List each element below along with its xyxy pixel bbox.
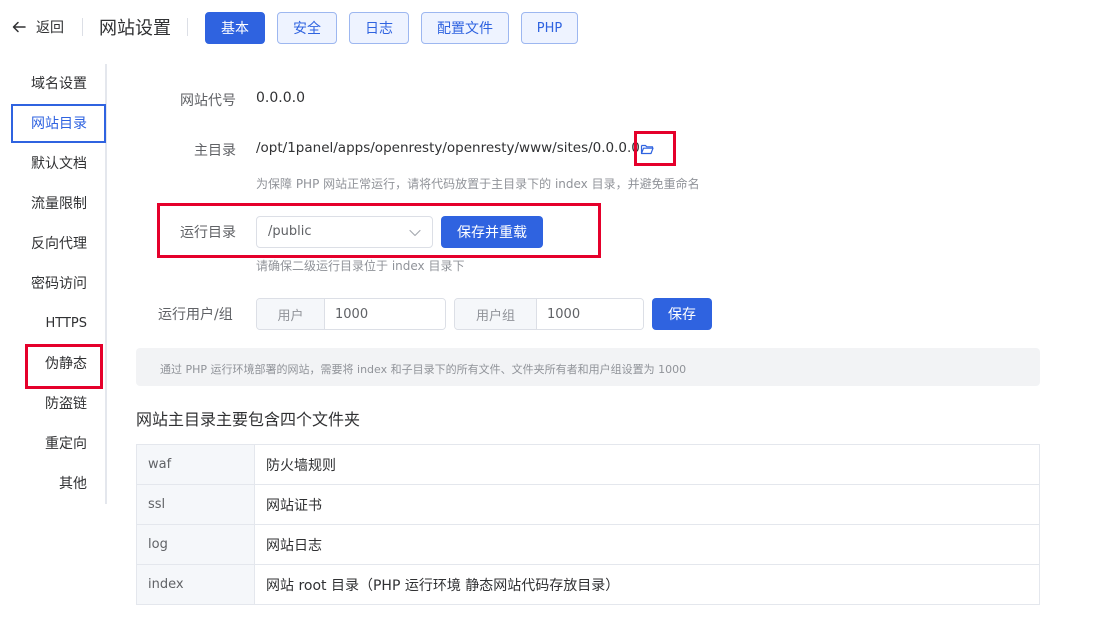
folder-name: ssl	[137, 485, 255, 524]
folder-description: 网站日志	[255, 525, 1040, 564]
folder-name: log	[137, 525, 255, 564]
active-item-outline	[11, 104, 106, 143]
sidebar-item-password-access[interactable]: 密码访问	[31, 273, 87, 295]
user-input-group: 用户 1000	[256, 298, 446, 330]
info-alert-text: 通过 PHP 运行环境部署的网站，需要将 index 和子目录下的所有文件、文件…	[160, 363, 687, 376]
folder-description: 防火墙规则	[255, 445, 1040, 484]
highlight-box-folder	[634, 131, 676, 166]
info-alert: 通过 PHP 运行环境部署的网站，需要将 index 和子目录下的所有文件、文件…	[136, 348, 1040, 386]
root-dir-label: 主目录	[194, 143, 236, 159]
tab-security[interactable]: 安全	[277, 12, 337, 44]
sidebar-item-hotlink-protection[interactable]: 防盗链	[45, 393, 87, 415]
sidebar-item-reverse-proxy[interactable]: 反向代理	[31, 233, 87, 255]
table-row: waf 防火墙规则	[137, 445, 1040, 485]
table-row: ssl 网站证书	[137, 485, 1040, 525]
header-divider	[82, 18, 83, 36]
sidebar-item-domain[interactable]: 域名设置	[31, 73, 87, 95]
sidebar-item-https[interactable]: HTTPS	[45, 313, 87, 335]
folder-description: 网站证书	[255, 485, 1040, 524]
folder-name: index	[137, 565, 255, 604]
group-input-group: 用户组 1000	[454, 298, 644, 330]
back-label: 返回	[36, 20, 64, 36]
group-input[interactable]: 1000	[537, 299, 643, 329]
save-reload-label: 保存并重载	[457, 225, 527, 241]
table-row: index 网站 root 目录（PHP 运行环境 静态网站代码存放目录）	[137, 565, 1040, 605]
sidebar-item-traffic-limit[interactable]: 流量限制	[31, 193, 87, 215]
table-row: log 网站日志	[137, 525, 1040, 565]
sidebar-item-redirect[interactable]: 重定向	[45, 433, 87, 455]
folders-section-title: 网站主目录主要包含四个文件夹	[136, 410, 361, 429]
run-dir-select[interactable]: /public	[256, 216, 433, 248]
user-group-label: 运行用户/组	[158, 307, 233, 323]
sidebar-item-default-document[interactable]: 默认文档	[31, 153, 87, 175]
run-dir-hint: 请确保二级运行目录位于 index 目录下	[256, 259, 465, 273]
save-reload-button[interactable]: 保存并重载	[441, 216, 543, 248]
header-divider	[187, 18, 188, 36]
page-title: 网站设置	[99, 18, 171, 39]
tab-basic-label: 基本	[221, 21, 249, 37]
group-prefix: 用户组	[455, 299, 537, 329]
tab-security-label: 安全	[293, 21, 321, 37]
user-prefix: 用户	[257, 299, 325, 329]
tab-config-file[interactable]: 配置文件	[421, 12, 509, 44]
tab-config-file-label: 配置文件	[437, 21, 493, 37]
sidebar-item-other[interactable]: 其他	[59, 473, 87, 495]
site-code-label: 网站代号	[180, 93, 236, 109]
tab-logs-label: 日志	[365, 21, 393, 37]
run-dir-label: 运行目录	[180, 225, 236, 241]
tab-php-label: PHP	[536, 20, 563, 36]
back-button[interactable]: 返回	[10, 16, 64, 38]
root-dir-hint: 为保障 PHP 网站正常运行，请将代码放置于主目录下的 index 目录，并避免…	[256, 177, 700, 191]
tab-logs[interactable]: 日志	[349, 12, 409, 44]
folders-table: waf 防火墙规则 ssl 网站证书 log 网站日志 index 网站 roo…	[136, 444, 1040, 605]
tab-php[interactable]: PHP	[521, 12, 578, 44]
highlight-box-rewrite	[25, 344, 103, 389]
folder-name: waf	[137, 445, 255, 484]
chevron-down-icon	[409, 229, 421, 237]
save-label: 保存	[668, 307, 696, 323]
tab-basic[interactable]: 基本	[205, 12, 265, 44]
save-button[interactable]: 保存	[652, 298, 712, 330]
user-input[interactable]: 1000	[325, 299, 445, 329]
run-dir-select-value: /public	[268, 224, 312, 239]
root-dir-value: /opt/1panel/apps/openresty/openresty/www…	[256, 140, 640, 156]
site-code-value: 0.0.0.0	[256, 90, 305, 106]
arrow-left-icon	[12, 21, 26, 33]
folder-description: 网站 root 目录（PHP 运行环境 静态网站代码存放目录）	[255, 565, 1040, 604]
